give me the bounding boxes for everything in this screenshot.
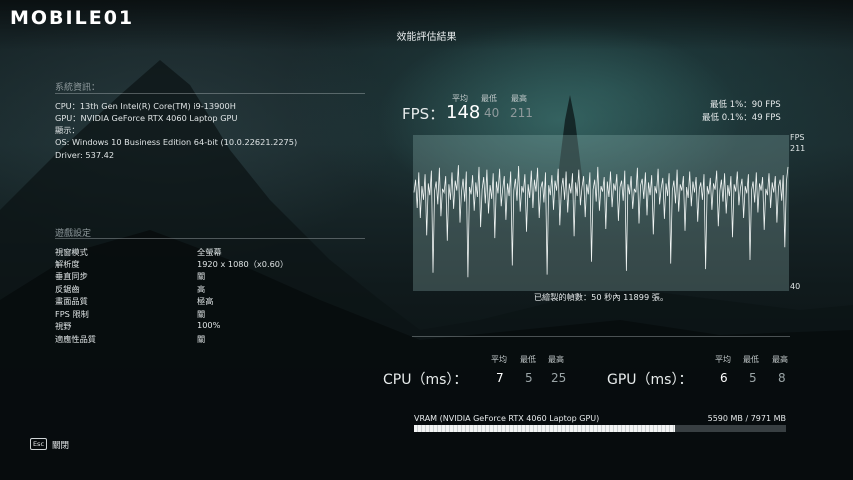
setting-label: 解析度: [55, 259, 80, 269]
setting-row: FPS 限制 關: [55, 308, 355, 320]
fps-avg-value: 148: [446, 102, 481, 123]
cpu-max-value: 25: [551, 371, 567, 385]
low-01-percent: 最低 0.1%：49 FPS: [702, 111, 781, 123]
setting-row: 適應性品質 關: [55, 333, 355, 345]
vram-bar-fill: [414, 425, 675, 432]
setting-label: 適應性品質: [55, 334, 96, 344]
system-info-gpu: GPU：NVIDIA GeForce RTX 4060 Laptop GPU: [55, 113, 238, 123]
gpu-max-label: 最高: [772, 355, 788, 364]
setting-label: FPS 限制: [55, 309, 89, 319]
setting-value: 全螢幕: [197, 247, 222, 257]
setting-row: 反鋸齒 高: [55, 283, 355, 295]
system-info-os: OS: Windows 10 Business Edition 64-bit (…: [55, 137, 298, 147]
fps-series-line: [413, 165, 789, 278]
gpu-avg-label: 平均: [715, 355, 731, 364]
setting-row: 視窗模式 全螢幕: [55, 246, 355, 258]
game-settings-divider: [55, 238, 365, 239]
low-1-value: 90 FPS: [751, 100, 781, 110]
setting-label: 視野: [55, 321, 72, 331]
fps-label: FPS：: [402, 105, 445, 123]
system-info-cpu: CPU：13th Gen Intel(R) Core(TM) i9-13900H: [55, 101, 236, 111]
gpu-min-value: 5: [749, 371, 757, 385]
esc-key-icon[interactable]: Esc: [30, 438, 47, 450]
setting-label: 反鋸齒: [55, 284, 80, 294]
setting-value: 關: [197, 271, 206, 281]
axis-bottom-value: 40: [790, 282, 801, 291]
fps-max-value: 211: [510, 106, 533, 120]
low-1-percent: 最低 1%：90 FPS: [710, 98, 781, 110]
setting-label: 視窗模式: [55, 247, 88, 257]
setting-row: 解析度 1920 x 1080（x0.60）: [55, 258, 355, 270]
low-1-label: 最低 1%：: [710, 100, 752, 110]
fps-graph: [413, 135, 789, 291]
logo-text: MOBILE01: [10, 7, 135, 29]
gpu-title: GPU（ms）：: [607, 372, 693, 388]
fps-max-label: 最高: [511, 94, 527, 103]
cpu-title: CPU（ms）：: [383, 372, 468, 388]
page-title: 效能評估結果: [396, 32, 457, 43]
fps-graph-svg: [413, 165, 789, 278]
gpu-max-value: 8: [778, 371, 786, 385]
close-button[interactable]: 關閉: [52, 439, 69, 451]
system-info-heading: 系統資訊：: [55, 83, 101, 93]
axis-top-value: 211: [790, 144, 806, 153]
cpu-max-label: 最高: [548, 355, 564, 364]
setting-value: 1920 x 1080（x0.60）: [197, 259, 289, 269]
cpu-min-label: 最低: [520, 355, 536, 364]
fps-min-value: 40: [484, 106, 500, 120]
cpu-avg-label: 平均: [491, 355, 507, 364]
setting-label: 畫面品質: [55, 296, 88, 306]
setting-row: 視野 100%: [55, 320, 355, 332]
cpu-avg-value: 7: [496, 371, 504, 385]
vram-bar: [414, 425, 786, 432]
system-info-display: 顯示：: [55, 125, 80, 135]
setting-value: 關: [197, 309, 206, 319]
cpu-min-value: 5: [525, 371, 533, 385]
gpu-avg-value: 6: [720, 371, 728, 385]
setting-row: 畫面品質 極高: [55, 295, 355, 307]
section-divider: [412, 336, 790, 337]
setting-row: 垂直同步 關: [55, 270, 355, 282]
system-info-driver: Driver: 537.42: [55, 150, 115, 160]
low-01-value: 49 FPS: [751, 113, 781, 123]
setting-value: 關: [197, 334, 206, 344]
setting-value: 高: [197, 284, 206, 294]
system-info-divider: [55, 93, 365, 94]
vram-value: 5590 MB / 7971 MB: [707, 414, 786, 423]
setting-label: 垂直同步: [55, 271, 88, 281]
frames-rendered: 已繪製的幀數：50 秒內 11899 張。: [533, 292, 669, 302]
fps-min-label: 最低: [481, 94, 497, 103]
setting-value: 100%: [197, 320, 221, 330]
axis-unit: FPS: [790, 133, 805, 142]
setting-value: 極高: [197, 296, 214, 306]
gpu-min-label: 最低: [743, 355, 759, 364]
top-bar: MOBILE01 效能評估結果: [0, 0, 853, 50]
vram-label: VRAM (NVIDIA GeForce RTX 4060 Laptop GPU…: [414, 414, 600, 423]
low-01-label: 最低 0.1%：: [702, 113, 752, 123]
